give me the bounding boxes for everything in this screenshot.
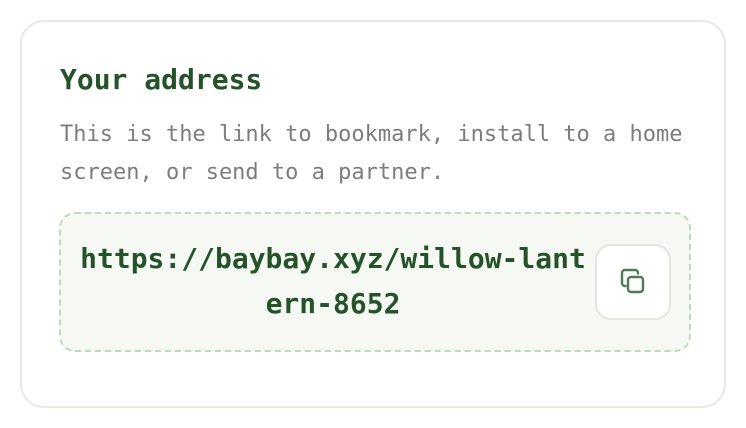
card-description: This is the link to bookmark, install to…: [60, 122, 683, 185]
copy-button[interactable]: [595, 244, 671, 320]
copy-icon: [617, 266, 649, 298]
address-card: Your address This is the link to bookmar…: [20, 20, 726, 408]
card-title: Your address: [60, 63, 263, 96]
address-box: https://baybay.xyz/willow-lantern-8652: [59, 212, 691, 352]
address-link[interactable]: https://baybay.xyz/willow-lantern-8652: [75, 236, 591, 326]
